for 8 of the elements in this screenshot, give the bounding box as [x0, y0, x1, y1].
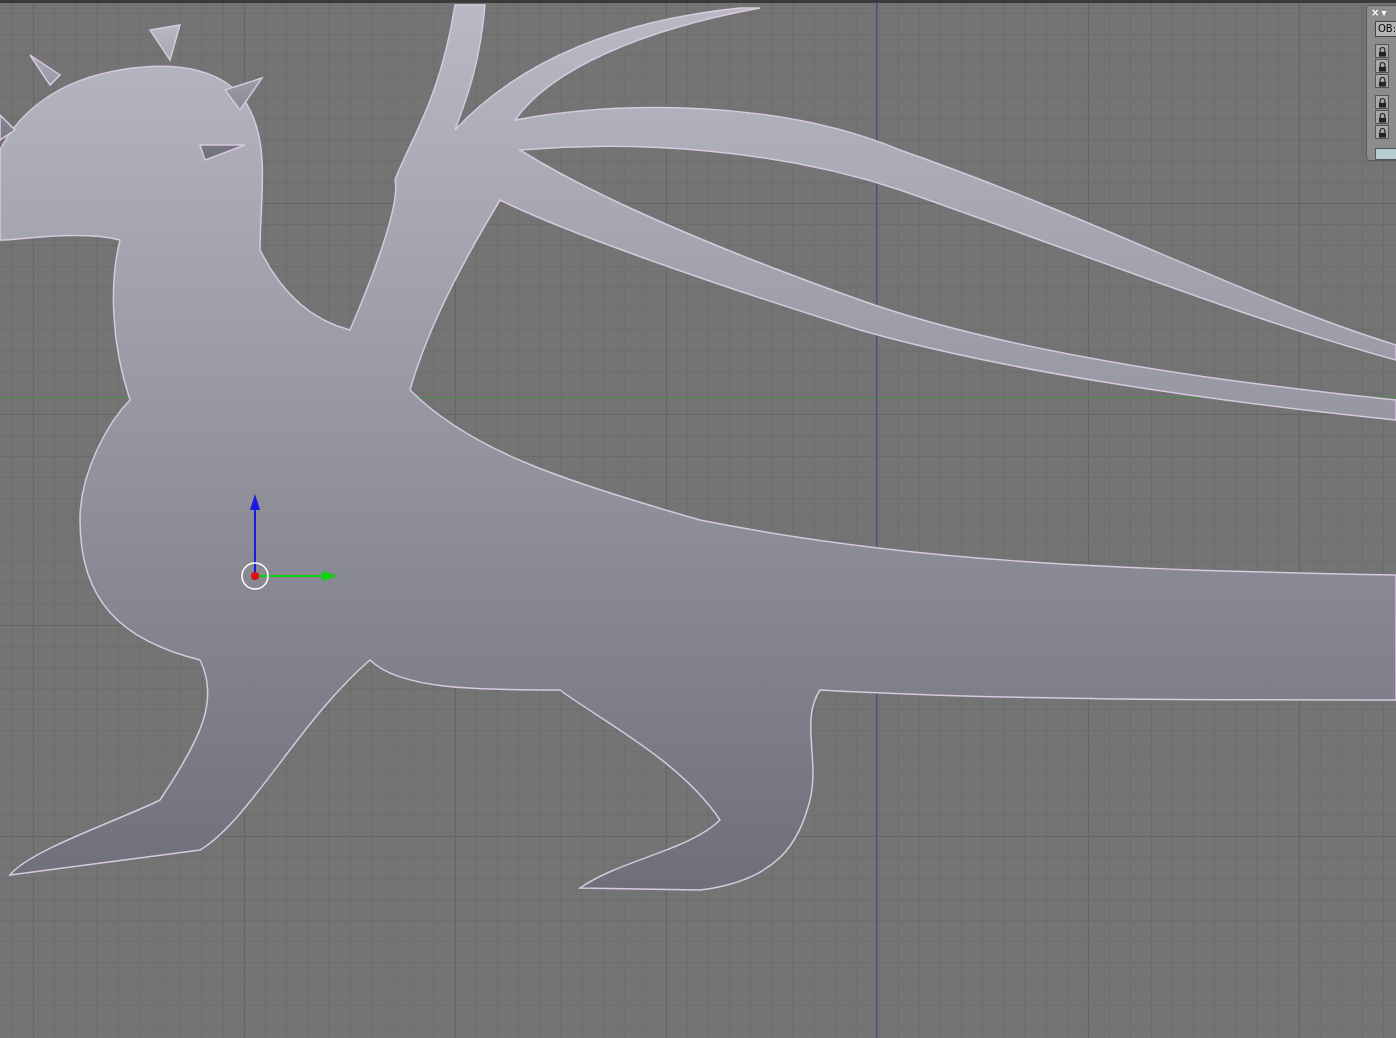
lock-button[interactable] — [1375, 44, 1389, 58]
lock-button[interactable] — [1375, 110, 1389, 124]
3d-viewport[interactable]: × ▾ OB: — [0, 0, 1396, 1038]
lock-button[interactable] — [1375, 74, 1389, 88]
lock-button[interactable] — [1375, 95, 1389, 109]
lock-button[interactable] — [1375, 59, 1389, 73]
lock-button[interactable] — [1375, 125, 1389, 139]
object-name-field[interactable]: OB: — [1375, 21, 1396, 37]
